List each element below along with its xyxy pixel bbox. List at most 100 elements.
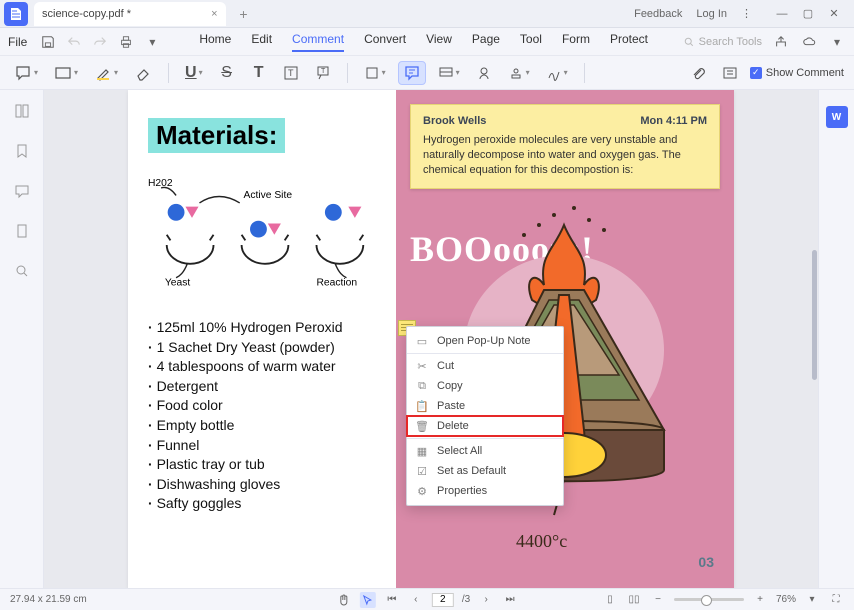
- stamp-tool[interactable]: ▾: [434, 61, 464, 85]
- shape-tool[interactable]: ▾: [360, 61, 390, 85]
- stamp2-tool[interactable]: ▾: [504, 61, 534, 85]
- single-page-view-icon[interactable]: ▯: [602, 592, 618, 608]
- close-window-icon[interactable]: ✕: [824, 4, 844, 24]
- callout-tool[interactable]: T: [311, 61, 335, 85]
- zoom-dropdown-icon[interactable]: ▾: [804, 592, 820, 608]
- materials-heading: Materials:: [148, 118, 285, 153]
- right-sidebar: W: [818, 90, 854, 588]
- ctx-properties[interactable]: ⚙Properties: [407, 481, 563, 501]
- zoom-out-icon[interactable]: −: [650, 592, 666, 608]
- left-sidebar: [0, 90, 44, 588]
- signature-tool[interactable]: [472, 61, 496, 85]
- ctx-paste[interactable]: 📋Paste: [407, 396, 563, 416]
- panel-toggle-icon[interactable]: ▾: [828, 33, 846, 51]
- print-icon[interactable]: [117, 33, 135, 51]
- show-comment-label: Show Comment: [766, 67, 844, 79]
- file-menu[interactable]: File: [8, 35, 27, 49]
- search-tools[interactable]: Search Tools: [683, 36, 762, 48]
- svg-text:T: T: [288, 68, 294, 78]
- trash-icon: 🗑: [415, 420, 429, 433]
- print-dropdown-icon[interactable]: ▾: [143, 33, 161, 51]
- hand-tool-icon[interactable]: [336, 592, 352, 608]
- app-icon: [4, 2, 28, 26]
- bookmark-panel-icon[interactable]: [11, 140, 33, 162]
- document-tab[interactable]: science-copy.pdf * ×: [34, 2, 226, 26]
- tab-protect[interactable]: Protect: [610, 32, 648, 52]
- zoom-in-icon[interactable]: +: [752, 592, 768, 608]
- comment-list-tool[interactable]: [718, 61, 742, 85]
- convert-to-word-icon[interactable]: W: [826, 106, 848, 128]
- document-viewport[interactable]: Materials: H202 Active Site: [44, 90, 818, 588]
- copy-icon: ⧉: [415, 380, 429, 393]
- undo-icon[interactable]: [65, 33, 83, 51]
- share-icon[interactable]: [772, 33, 790, 51]
- vertical-scrollbar[interactable]: [810, 90, 818, 588]
- area-highlight-tool[interactable]: T: [279, 61, 303, 85]
- comment-body: Hydrogen peroxide molecules are very uns…: [423, 133, 707, 178]
- maximize-icon[interactable]: ▢: [798, 4, 818, 24]
- yeast-label: Yeast: [165, 277, 190, 288]
- scrollbar-thumb[interactable]: [812, 250, 817, 380]
- ctx-set-default[interactable]: ☑Set as Default: [407, 461, 563, 481]
- ctx-copy[interactable]: ⧉Copy: [407, 376, 563, 396]
- prev-page-icon[interactable]: ‹: [408, 592, 424, 608]
- next-page-icon[interactable]: ›: [478, 592, 494, 608]
- underline-tool[interactable]: U▾: [181, 61, 207, 85]
- tab-home[interactable]: Home: [199, 32, 231, 52]
- sticky-note-tool[interactable]: [398, 61, 426, 85]
- redo-icon[interactable]: [91, 33, 109, 51]
- tab-comment[interactable]: Comment: [292, 32, 344, 52]
- feedback-link[interactable]: Feedback: [634, 8, 682, 20]
- tab-form[interactable]: Form: [562, 32, 590, 52]
- ctx-delete[interactable]: 🗑Delete: [407, 416, 563, 436]
- ctx-open-popup[interactable]: ▭Open Pop-Up Note: [407, 331, 563, 351]
- chemistry-sketch: H202 Active Site Yeast Reaction: [148, 171, 382, 291]
- cloud-icon[interactable]: [800, 33, 818, 51]
- search-panel-icon[interactable]: [11, 260, 33, 282]
- two-page-view-icon[interactable]: ▯▯: [626, 592, 642, 608]
- tab-tool[interactable]: Tool: [520, 32, 542, 52]
- close-tab-icon[interactable]: ×: [211, 8, 217, 20]
- list-item: Food color: [148, 396, 382, 416]
- strikethrough-tool[interactable]: S: [215, 61, 239, 85]
- highlight-tool[interactable]: ▾: [90, 61, 122, 85]
- fullscreen-icon[interactable]: ⛶: [828, 592, 844, 608]
- textbox-tool[interactable]: ▾: [50, 61, 82, 85]
- tab-convert[interactable]: Convert: [364, 32, 406, 52]
- last-page-icon[interactable]: ⏭: [502, 592, 518, 608]
- list-item: 1 Sachet Dry Yeast (powder): [148, 338, 382, 358]
- list-item: Plastic tray or tub: [148, 455, 382, 475]
- first-page-icon[interactable]: ⏮: [384, 592, 400, 608]
- ctx-select-all[interactable]: ▦Select All: [407, 441, 563, 461]
- comments-panel-icon[interactable]: [11, 180, 33, 202]
- show-comment-toggle[interactable]: ✓ Show Comment: [750, 67, 844, 79]
- attachment-tool[interactable]: [686, 61, 710, 85]
- add-tab-button[interactable]: +: [234, 4, 254, 24]
- page-input[interactable]: [432, 593, 454, 607]
- menubar: File ▾ Home Edit Comment Convert View Pa…: [0, 28, 854, 56]
- list-item: 125ml 10% Hydrogen Peroxid: [148, 318, 382, 338]
- eraser-tool[interactable]: [130, 61, 156, 85]
- clipboard-icon: 📋: [415, 400, 429, 413]
- select-tool-icon[interactable]: [360, 592, 376, 608]
- draw-tool[interactable]: ▾: [542, 61, 572, 85]
- comment-author: Brook Wells: [423, 115, 486, 127]
- page-number: 03: [698, 554, 714, 570]
- note-icon: ▭: [415, 335, 429, 348]
- zoom-slider[interactable]: [674, 598, 744, 601]
- thumbnail-panel-icon[interactable]: [11, 100, 33, 122]
- list-item: Detergent: [148, 377, 382, 397]
- login-link[interactable]: Log In: [696, 8, 727, 20]
- tab-edit[interactable]: Edit: [251, 32, 272, 52]
- save-icon[interactable]: [39, 33, 57, 51]
- text-tool[interactable]: T: [247, 61, 271, 85]
- kebab-menu-icon[interactable]: ⋮: [741, 7, 752, 20]
- list-item: Dishwashing gloves: [148, 475, 382, 495]
- comment-popup[interactable]: Brook Wells Mon 4:11 PM Hydrogen peroxid…: [410, 104, 720, 189]
- minimize-icon[interactable]: —: [772, 4, 792, 24]
- tab-view[interactable]: View: [426, 32, 452, 52]
- ctx-cut[interactable]: ✂Cut: [407, 356, 563, 376]
- note-tool[interactable]: ▾: [10, 61, 42, 85]
- tab-page[interactable]: Page: [472, 32, 500, 52]
- attachments-panel-icon[interactable]: [11, 220, 33, 242]
